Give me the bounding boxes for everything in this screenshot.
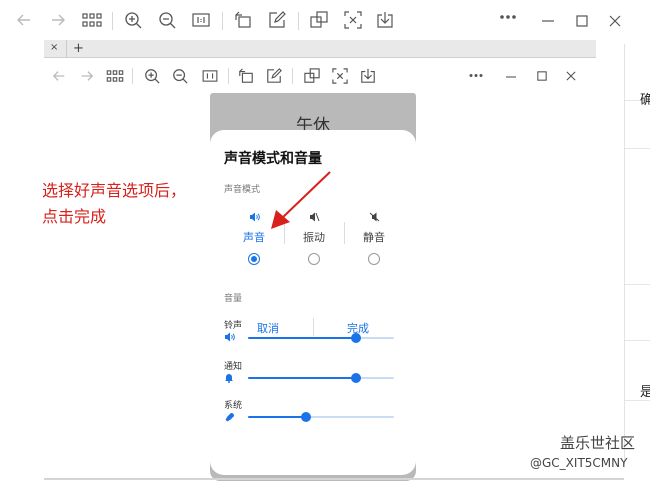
mode-divider xyxy=(344,222,345,244)
forward-arrow-icon[interactable] xyxy=(50,12,66,28)
tab-strip: × + xyxy=(44,40,596,58)
volume-label: 通知 xyxy=(224,362,243,372)
slider-knob[interactable] xyxy=(301,412,312,422)
bottom-scrollbar[interactable] xyxy=(44,478,624,480)
crop-icon[interactable] xyxy=(310,11,328,29)
mode-label: 声音 xyxy=(243,231,265,244)
notification-volume-slider[interactable] xyxy=(248,373,394,383)
watermark-handle: @GC_XIT5CMNY xyxy=(530,456,628,470)
crop-icon[interactable] xyxy=(304,68,320,84)
screen-capture-icon[interactable] xyxy=(332,68,348,84)
rotate-icon[interactable] xyxy=(234,11,252,29)
zoom-out-icon[interactable] xyxy=(158,11,176,29)
mode-radio-vibrate[interactable] xyxy=(308,253,320,265)
grid-view-icon[interactable] xyxy=(82,13,102,27)
new-tab-button[interactable]: + xyxy=(66,40,90,58)
wrench-icon xyxy=(225,412,235,425)
system-volume-slider[interactable] xyxy=(248,412,394,422)
mode-divider xyxy=(284,222,285,244)
slider-knob[interactable] xyxy=(351,373,362,383)
mode-section-label: 声音模式 xyxy=(224,185,261,195)
close-icon[interactable] xyxy=(566,71,576,81)
download-icon[interactable] xyxy=(376,11,394,29)
mode-label: 振动 xyxy=(303,231,325,244)
mute-icon xyxy=(349,212,399,226)
speaker-icon xyxy=(229,212,279,226)
minimize-icon[interactable] xyxy=(542,20,554,22)
annotation-line: 选择好声音选项后， xyxy=(42,181,187,200)
maximize-icon[interactable] xyxy=(537,71,547,81)
annotation-text: 选择好声音选项后， 点击完成 xyxy=(42,178,186,230)
edge-text: 确 xyxy=(640,93,650,108)
minimize-icon[interactable] xyxy=(506,76,516,78)
done-button[interactable]: 完成 xyxy=(328,320,388,336)
more-icon[interactable] xyxy=(468,73,484,78)
outer-toolbar xyxy=(0,0,650,42)
close-icon[interactable] xyxy=(609,15,621,27)
rotate-icon[interactable] xyxy=(238,68,254,84)
inner-toolbar xyxy=(44,60,596,92)
speaker-icon xyxy=(224,332,235,345)
zoom-out-icon[interactable] xyxy=(172,68,188,84)
back-arrow-icon[interactable] xyxy=(16,12,32,28)
forward-arrow-icon[interactable] xyxy=(80,69,94,83)
mode-radio-sound[interactable] xyxy=(248,253,260,265)
dialog-title: 声音模式和音量 xyxy=(224,151,322,167)
mode-mute[interactable]: 静音 xyxy=(349,212,399,245)
zoom-in-icon[interactable] xyxy=(144,68,160,84)
vibrate-icon xyxy=(289,212,339,226)
mode-sound[interactable]: 声音 xyxy=(229,212,279,245)
edit-icon[interactable] xyxy=(268,11,286,29)
zoom-in-icon[interactable] xyxy=(124,11,142,29)
maximize-icon[interactable] xyxy=(576,15,588,27)
annotation-line: 点击完成 xyxy=(42,207,107,226)
actual-size-icon[interactable] xyxy=(192,13,210,27)
mode-vibrate[interactable]: 振动 xyxy=(289,212,339,245)
screen-capture-icon[interactable] xyxy=(344,11,362,29)
tab-close-icon[interactable]: × xyxy=(50,42,58,53)
mode-radio-mute[interactable] xyxy=(368,253,380,265)
sound-mode-dialog: 声音模式和音量 声音模式 音量 xyxy=(210,130,416,475)
download-icon[interactable] xyxy=(360,68,376,84)
grid-view-icon[interactable] xyxy=(106,70,124,82)
watermark-title: 盖乐世社区 xyxy=(560,434,636,452)
back-arrow-icon[interactable] xyxy=(52,69,66,83)
more-icon[interactable] xyxy=(499,14,517,20)
actual-size-icon[interactable] xyxy=(202,70,218,82)
cancel-button[interactable]: 取消 xyxy=(238,320,298,336)
mode-label: 静音 xyxy=(363,231,385,244)
edit-icon[interactable] xyxy=(266,68,282,84)
edge-text: 是 xyxy=(640,385,650,400)
volume-section-label: 音量 xyxy=(224,294,243,304)
button-divider xyxy=(313,318,314,336)
bell-icon xyxy=(224,373,234,386)
volume-label: 系统 xyxy=(224,401,243,411)
